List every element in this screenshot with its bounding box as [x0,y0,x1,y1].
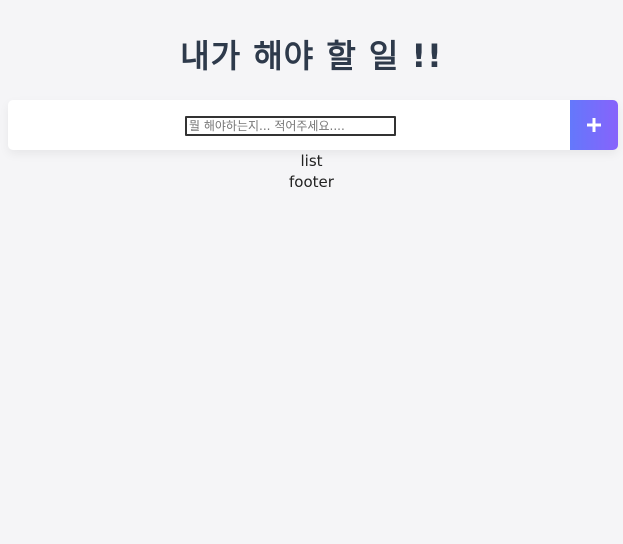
todo-input[interactable] [185,116,396,136]
plus-icon [587,118,601,132]
todo-footer: footer [289,173,334,191]
todo-input-bar [8,100,618,150]
todo-list: list [300,152,323,170]
todo-app: 내가 해야 할 일 !! list footer [0,0,623,544]
add-todo-button[interactable] [570,100,618,150]
page-title: 내가 해야 할 일 !! [180,37,443,75]
